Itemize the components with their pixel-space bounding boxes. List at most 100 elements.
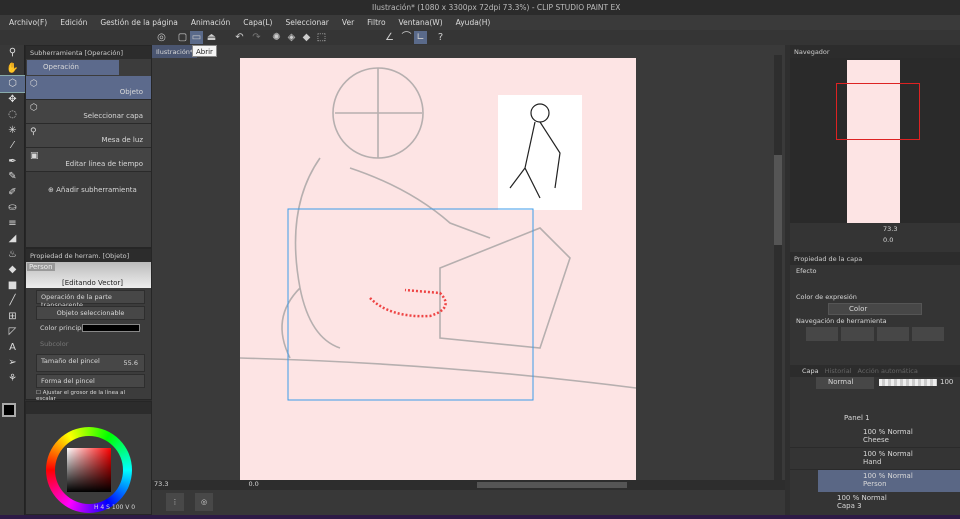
menu-archivo[interactable]: Archivo(F) (9, 18, 47, 27)
menu-ayuda[interactable]: Ayuda(H) (456, 18, 491, 27)
add-subtool-button[interactable]: ⊕ Añadir subherramienta (26, 186, 151, 194)
clip-studio-icon[interactable]: ◎ (155, 31, 168, 44)
brush-size-value[interactable]: 55.6 (124, 359, 138, 367)
layer-name-label: Person (27, 263, 55, 271)
ruler-snap-icon[interactable]: ∠ (383, 31, 396, 44)
pencil-tool-icon[interactable]: ✎ (0, 169, 25, 185)
frame-icon[interactable]: ⊞ (0, 309, 25, 325)
layer-cheese[interactable]: 100 % Normal Cheese (790, 426, 960, 448)
opacity-slider[interactable] (879, 379, 937, 386)
fill-icon[interactable]: ◈ (285, 31, 298, 44)
layer-folder-panel-1[interactable]: Panel 1 (790, 414, 960, 426)
vertical-scrollbar[interactable] (774, 55, 782, 480)
subtool-group-operacion[interactable]: Operación (27, 60, 119, 75)
tab-accion-automatica[interactable]: Acción automática (858, 367, 918, 375)
tab-historial[interactable]: Historial (825, 367, 852, 375)
help-icon[interactable]: ? (434, 31, 447, 44)
navigator-angle[interactable]: 0.0 (883, 236, 893, 244)
editing-mode-label: [Editando Vector] (62, 279, 124, 287)
magic-wand-icon[interactable]: ✳ (0, 123, 25, 139)
special-ruler-icon[interactable]: ⌒ (400, 31, 413, 44)
menu-animacion[interactable]: Animación (191, 18, 230, 27)
layer-property-tab[interactable]: Propiedad de la capa (790, 252, 960, 265)
balloon-icon[interactable]: ➢ (0, 355, 25, 371)
operation-tool-icon[interactable]: ⬡ (0, 75, 26, 93)
menu-seleccionar[interactable]: Seleccionar (285, 18, 328, 27)
menu-ver[interactable]: Ver (342, 18, 354, 27)
tool-property-title: Propiedad de herram. [Objeto] (26, 249, 151, 262)
selectable-object-select[interactable]: Objeto seleccionable (36, 306, 145, 320)
nav-vector-button[interactable] (876, 327, 909, 341)
zoom-readout[interactable]: 73.3 (154, 480, 168, 488)
hue-ring[interactable] (46, 427, 132, 513)
clear-icon[interactable]: ✺ (270, 31, 283, 44)
hand-tool-icon[interactable]: ✋ (0, 61, 25, 77)
blend-mode-select[interactable]: Normal (816, 377, 874, 389)
navigator-preview[interactable] (790, 58, 960, 223)
timeline-toggle-icon[interactable]: ⋮ (166, 493, 184, 511)
subtool-objeto[interactable]: ⬡ Objeto (26, 76, 151, 100)
zoom-tool-icon[interactable]: ⚲ (0, 45, 25, 61)
main-color-swatch[interactable] (2, 403, 16, 417)
brush-size-row[interactable]: Tamaño del pincel 55.6 (36, 354, 145, 372)
subcolor-row: Subcolor (40, 340, 69, 348)
menu-capa[interactable]: Capa(L) (243, 18, 272, 27)
layer-capa-3[interactable]: 100 % Normal Capa 3 (790, 492, 960, 514)
lasso-tool-icon[interactable]: ◌ (0, 107, 25, 123)
opacity-value[interactable]: 100 (940, 378, 953, 386)
menu-filtro[interactable]: Filtro (367, 18, 385, 27)
navigator-tab[interactable]: Navegador (790, 45, 960, 58)
figure-icon[interactable]: ╱ (0, 293, 25, 309)
open-folder-icon[interactable]: ▭ (190, 31, 203, 44)
horizontal-scrollbar[interactable] (477, 482, 627, 488)
subtool-editar-linea-tiempo[interactable]: ▣ Editar línea de tiempo (26, 148, 151, 172)
text-tool-icon[interactable]: A (0, 340, 25, 356)
ruler-icon[interactable]: ◸ (0, 324, 25, 340)
main-color-bar[interactable] (82, 324, 140, 332)
move-tool-icon[interactable]: ✥ (0, 92, 25, 108)
eraser-icon[interactable]: ◢ (0, 231, 25, 247)
transform-icon[interactable]: ◆ (300, 31, 313, 44)
layer-hand[interactable]: 100 % Normal Hand (790, 448, 960, 470)
tool-navigation-label: Navegación de herramienta (796, 317, 887, 325)
subtool-panel-title: Subherramienta [Operación] (26, 46, 151, 59)
subtool-mesa-de-luz[interactable]: ⚲ Mesa de luz (26, 124, 151, 148)
nav-object-button[interactable] (806, 327, 839, 341)
save-icon[interactable]: ⏏ (205, 31, 218, 44)
lightbox-icon: ⚲ (30, 127, 37, 137)
blend-icon[interactable]: ♨ (0, 247, 25, 263)
layer-person[interactable]: 100 % Normal Person (818, 470, 960, 492)
drawing-page[interactable] (240, 58, 636, 480)
navigator-zoom[interactable]: 73.3 (883, 225, 897, 233)
brush-shape-row[interactable]: Forma del pincel (36, 374, 145, 388)
undo-icon[interactable]: ↶ (233, 31, 246, 44)
tab-capa[interactable]: Capa (802, 367, 819, 375)
expression-color-select[interactable]: Color (828, 303, 922, 315)
airbrush-icon[interactable]: ⛀ (0, 200, 25, 216)
eyedropper-icon[interactable]: ⁄ (0, 138, 25, 154)
menu-gestion-pagina[interactable]: Gestión de la página (100, 18, 177, 27)
angle-readout[interactable]: 0.0 (248, 480, 258, 488)
decoration-icon[interactable]: ≡ (0, 216, 25, 232)
canvas-tab[interactable]: Ilustración* (152, 45, 198, 58)
menu-edicion[interactable]: Edición (60, 18, 87, 27)
subtool-seleccionar-capa[interactable]: ⬡ Seleccionar capa (26, 100, 151, 124)
brush-tool-icon[interactable]: ✐ (0, 185, 25, 201)
saturation-value-square[interactable] (67, 448, 111, 492)
right-dock: Navegador 73.3 0.0 Propiedad de la capa E… (790, 40, 960, 515)
nav-correct-button[interactable] (911, 327, 944, 341)
gradient-icon[interactable]: ■ (0, 278, 25, 294)
nav-select-button[interactable] (841, 327, 874, 341)
new-file-icon[interactable]: ▢ (176, 31, 189, 44)
menu-ventana[interactable]: Ventana(W) (399, 18, 443, 27)
crop-icon[interactable]: ⬚ (315, 31, 328, 44)
redo-icon[interactable]: ↷ (250, 31, 263, 44)
fill-tool-icon[interactable]: ◆ (0, 262, 25, 278)
tool-property-panel: Propiedad de herram. [Objeto] Person [Ed… (25, 248, 152, 402)
subtool-panel: Subherramienta [Operación] Operación ⬡ Ob… (25, 45, 152, 248)
correct-line-icon[interactable]: ⚘ (0, 371, 25, 387)
pen-tool-icon[interactable]: ✒ (0, 154, 25, 170)
grid-snap-icon[interactable]: ∟ (414, 31, 427, 44)
onion-skin-icon[interactable]: ◎ (195, 493, 213, 511)
transparent-op-select[interactable]: Operación de la parte transparente (36, 290, 145, 309)
